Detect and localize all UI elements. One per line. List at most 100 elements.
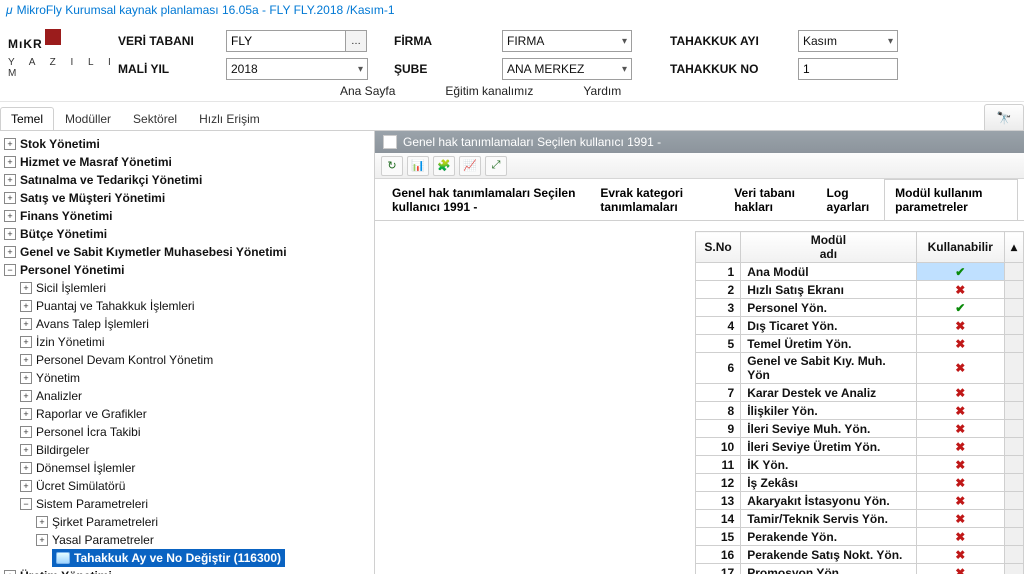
nav-tree[interactable]: + Stok Yönetimi + Hizmet ve Masraf Yönetim… xyxy=(0,131,375,574)
expand-icon[interactable]: + xyxy=(4,174,16,186)
scrollbar-track[interactable] xyxy=(1004,546,1023,564)
collapse-icon[interactable]: − xyxy=(4,264,16,276)
cell-kullanabilir[interactable] xyxy=(916,281,1004,299)
expand-icon[interactable]: + xyxy=(20,462,32,474)
cell-kullanabilir[interactable] xyxy=(916,402,1004,420)
tab-temel[interactable]: Temel xyxy=(0,107,54,130)
tree-yasal[interactable]: Yasal Parametreler xyxy=(52,533,154,547)
cell-kullanabilir[interactable] xyxy=(916,335,1004,353)
tree-stok[interactable]: Stok Yönetimi xyxy=(20,137,100,151)
scrollbar-track[interactable] xyxy=(1004,510,1023,528)
scrollbar-track[interactable] xyxy=(1004,420,1023,438)
tree-finans[interactable]: Finans Yönetimi xyxy=(20,209,112,223)
scrollbar-track[interactable] xyxy=(1004,317,1023,335)
cell-kullanabilir[interactable] xyxy=(916,510,1004,528)
tree-hizmet[interactable]: Hizmet ve Masraf Yönetimi xyxy=(20,155,172,169)
cell-kullanabilir[interactable] xyxy=(916,438,1004,456)
tree-ucret[interactable]: Ücret Simülatörü xyxy=(36,479,125,493)
cell-kullanabilir[interactable] xyxy=(916,528,1004,546)
scrollbar-track[interactable] xyxy=(1004,564,1023,574)
scroll-up-icon[interactable]: ▴ xyxy=(1004,232,1023,263)
tahakkuk-no-input[interactable] xyxy=(798,58,898,80)
cell-kullanabilir[interactable] xyxy=(916,564,1004,574)
cell-kullanabilir[interactable] xyxy=(916,474,1004,492)
cell-kullanabilir[interactable] xyxy=(916,546,1004,564)
binoculars-button[interactable]: 🔭 xyxy=(984,104,1024,130)
tree-icra[interactable]: Personel İcra Takibi xyxy=(36,425,141,439)
cell-kullanabilir[interactable] xyxy=(916,420,1004,438)
cell-kullanabilir[interactable] xyxy=(916,456,1004,474)
expand-icon[interactable]: + xyxy=(20,336,32,348)
scrollbar-track[interactable] xyxy=(1004,438,1023,456)
expand-icon[interactable]: + xyxy=(20,282,32,294)
expand-icon[interactable]: + xyxy=(20,408,32,420)
table-row[interactable]: 2Hızlı Satış Ekranı xyxy=(696,281,1024,299)
tree-satis[interactable]: Satış ve Müşteri Yönetimi xyxy=(20,191,165,205)
tab-sektorel[interactable]: Sektörel xyxy=(122,107,188,130)
veri-tabani-lookup-button[interactable]: … xyxy=(345,30,367,52)
tree-izin[interactable]: İzin Yönetimi xyxy=(36,335,104,349)
table-row[interactable]: 13Akaryakıt İstasyonu Yön. xyxy=(696,492,1024,510)
table-row[interactable]: 1Ana Modül xyxy=(696,263,1024,281)
table-row[interactable]: 7Karar Destek ve Analiz xyxy=(696,384,1024,402)
tree-satinalma[interactable]: Satınalma ve Tedarikçi Yönetimi xyxy=(20,173,202,187)
col-kullanabilir[interactable]: Kullanabilir xyxy=(916,232,1004,263)
mali-yil-combo[interactable]: 2018 ▾ xyxy=(226,58,368,80)
expand-icon[interactable]: + xyxy=(20,480,32,492)
table-row[interactable]: 8İlişkiler Yön. xyxy=(696,402,1024,420)
tree-raporlar[interactable]: Raporlar ve Grafikler xyxy=(36,407,147,421)
expand-icon[interactable]: + xyxy=(20,354,32,366)
tree-puantaj[interactable]: Puantaj ve Tahakkuk İşlemleri xyxy=(36,299,195,313)
col-modul[interactable]: Modüladı xyxy=(741,232,916,263)
expand-icon[interactable]: + xyxy=(20,318,32,330)
cell-kullanabilir[interactable] xyxy=(916,263,1004,281)
link-yardim[interactable]: Yardım xyxy=(583,84,621,98)
tree-butce[interactable]: Bütçe Yönetimi xyxy=(20,227,107,241)
toolbar-btn-2[interactable]: 📊 xyxy=(407,156,429,176)
expand-icon[interactable]: + xyxy=(36,516,48,528)
scrollbar-track[interactable] xyxy=(1004,353,1023,384)
tree-yonetim[interactable]: Yönetim xyxy=(36,371,80,385)
expand-icon[interactable]: + xyxy=(4,570,16,574)
expand-icon[interactable]: + xyxy=(4,156,16,168)
tree-donemsel[interactable]: Dönemsel İşlemler xyxy=(36,461,135,475)
toolbar-btn-3[interactable]: 🧩 xyxy=(433,156,455,176)
tree-sicil[interactable]: Sicil İşlemleri xyxy=(36,281,106,295)
table-row[interactable]: 11İK Yön. xyxy=(696,456,1024,474)
scrollbar-track[interactable] xyxy=(1004,456,1023,474)
table-row[interactable]: 15Perakende Yön. xyxy=(696,528,1024,546)
tree-bildirge[interactable]: Bildirgeler xyxy=(36,443,89,457)
scrollbar-track[interactable] xyxy=(1004,402,1023,420)
inner-tab-genel[interactable]: Genel hak tanımlamaları Seçilen kullanıc… xyxy=(381,179,589,220)
toolbar-btn-4[interactable]: 📈 xyxy=(459,156,481,176)
collapse-icon[interactable]: − xyxy=(20,498,32,510)
expand-icon[interactable]: + xyxy=(20,426,32,438)
scrollbar-track[interactable] xyxy=(1004,335,1023,353)
cell-kullanabilir[interactable] xyxy=(916,353,1004,384)
scrollbar-track[interactable] xyxy=(1004,528,1023,546)
sube-combo[interactable]: ANA MERKEZ ▾ xyxy=(502,58,632,80)
expand-icon[interactable]: + xyxy=(4,210,16,222)
tree-avans[interactable]: Avans Talep İşlemleri xyxy=(36,317,149,331)
table-row[interactable]: 3Personel Yön. xyxy=(696,299,1024,317)
table-row[interactable]: 10İleri Seviye Üretim Yön. xyxy=(696,438,1024,456)
expand-icon[interactable]: + xyxy=(20,372,32,384)
scrollbar-track[interactable] xyxy=(1004,384,1023,402)
tab-moduller[interactable]: Modüller xyxy=(54,107,122,130)
link-egitim[interactable]: Eğitim kanalımız xyxy=(445,84,533,98)
modul-grid[interactable]: S.No Modüladı Kullanabilir ▴ 1Ana Modül2… xyxy=(695,231,1024,574)
expand-icon[interactable]: + xyxy=(20,444,32,456)
expand-icon[interactable]: + xyxy=(4,192,16,204)
inner-tab-veritabani[interactable]: Veri tabanı hakları xyxy=(723,179,815,220)
scrollbar-track[interactable] xyxy=(1004,263,1023,281)
scrollbar-track[interactable] xyxy=(1004,299,1023,317)
expand-icon[interactable]: + xyxy=(4,228,16,240)
expand-icon[interactable]: + xyxy=(20,390,32,402)
tree-sistem[interactable]: Sistem Parametreleri xyxy=(36,497,148,511)
table-row[interactable]: 16Perakende Satış Nokt. Yön. xyxy=(696,546,1024,564)
scrollbar-track[interactable] xyxy=(1004,281,1023,299)
tree-tahakkuk-selected[interactable]: Tahakkuk Ay ve No Değiştir (116300) xyxy=(52,549,285,567)
table-row[interactable]: 12İş Zekâsı xyxy=(696,474,1024,492)
table-row[interactable]: 6Genel ve Sabit Kıy. Muh. Yön xyxy=(696,353,1024,384)
tahakkuk-ayi-combo[interactable]: Kasım ▾ xyxy=(798,30,898,52)
